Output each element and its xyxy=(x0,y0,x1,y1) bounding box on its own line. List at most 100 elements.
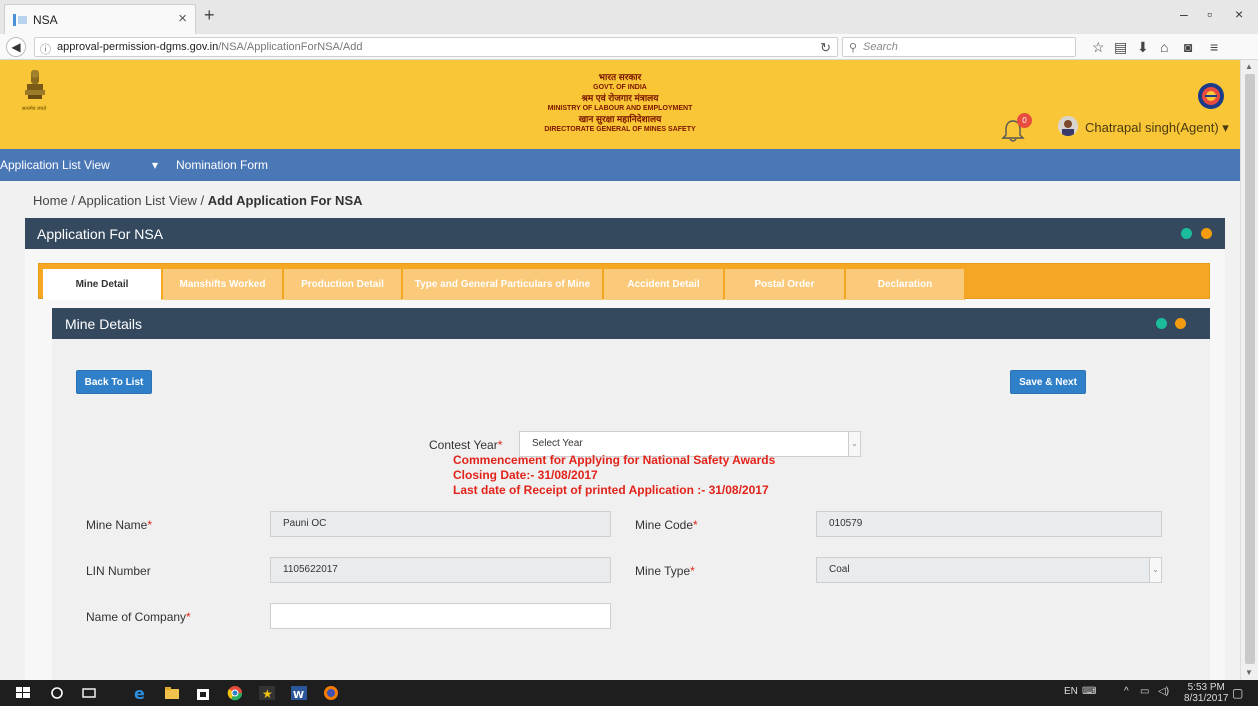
notice-closing-date: Closing Date:- 31/08/2017 xyxy=(453,468,598,482)
bookmark-star-icon[interactable]: ☆ xyxy=(1092,39,1105,56)
pocket-icon[interactable]: ◙ xyxy=(1184,39,1192,55)
word-icon[interactable]: W xyxy=(290,684,308,702)
user-avatar[interactable] xyxy=(1058,116,1078,136)
company-name-label: Name of Company* xyxy=(86,610,191,624)
browser-tab-title: NSA xyxy=(33,13,58,27)
breadcrumb-home[interactable]: Home xyxy=(33,193,68,208)
action-center-icon[interactable]: ▢ xyxy=(1232,686,1243,700)
org-line-directorate: DIRECTORATE GENERAL OF MINES SAFETY xyxy=(544,126,696,133)
tab-declaration[interactable]: Declaration xyxy=(846,269,965,300)
browser-tab[interactable]: NSA × xyxy=(4,4,196,34)
mine-name-field[interactable]: Pauni OC xyxy=(270,511,611,537)
minimize-icon[interactable]: – xyxy=(1180,6,1188,22)
breadcrumb-application-list[interactable]: Application List View xyxy=(78,193,197,208)
breadcrumb: Home / Application List View / Add Appli… xyxy=(33,193,363,208)
tab-type-general-particulars[interactable]: Type and General Particulars of Mine xyxy=(403,269,603,300)
reading-list-icon[interactable]: ▤ xyxy=(1114,39,1127,56)
user-menu-dropdown[interactable]: Chatrapal singh(Agent) ▾ xyxy=(1085,120,1229,136)
mine-code-field[interactable]: 010579 xyxy=(816,511,1162,537)
site-header: सत्यमेव जयते भारत सरकार GOVT. OF INDIA श… xyxy=(0,60,1240,149)
address-url: approval-permission-dgms.gov.in/NSA/Appl… xyxy=(57,41,363,53)
application-panel: Application For NSA Mine Detail Manshift… xyxy=(25,218,1225,680)
svg-text:e: e xyxy=(134,684,145,702)
menu-application-list-view[interactable]: Application List View xyxy=(0,158,110,172)
chevron-down-icon: ⌄ xyxy=(848,432,860,456)
svg-text:★: ★ xyxy=(262,687,273,701)
windows-taskbar: e ★ W EN ⌨ ^ ▭ ◁) 5:53 PM 8/31/2017 ▢ xyxy=(0,680,1258,706)
firefox-icon[interactable] xyxy=(322,684,340,702)
browser-tab-bar: NSA × + – ▫ × xyxy=(0,0,1258,34)
lin-number-label: LIN Number xyxy=(86,564,151,578)
back-arrow-icon[interactable]: ◀ xyxy=(6,37,26,57)
file-explorer-icon[interactable] xyxy=(163,684,181,702)
menu-nomination-form[interactable]: Nomination Form xyxy=(176,158,268,172)
cortana-search-icon[interactable] xyxy=(48,684,66,702)
contest-year-selected-value: Select Year xyxy=(532,438,583,449)
downloads-icon[interactable]: ⬇ xyxy=(1137,39,1149,56)
mine-code-label: Mine Code* xyxy=(635,518,698,532)
search-icon: ⚲ xyxy=(849,42,858,54)
tray-expand-icon[interactable]: ^ xyxy=(1124,686,1129,697)
edge-browser-icon[interactable]: e xyxy=(132,684,150,702)
clock-date: 8/31/2017 xyxy=(1184,693,1229,704)
back-to-list-button[interactable]: Back To List xyxy=(76,370,152,394)
volume-icon[interactable]: ◁) xyxy=(1158,686,1169,697)
language-indicator[interactable]: EN xyxy=(1064,686,1078,697)
task-view-icon[interactable] xyxy=(80,684,98,702)
organization-title: भारत सरकार GOVT. OF INDIA श्रम एवं रोजगा… xyxy=(470,72,770,135)
hamburger-menu-icon[interactable]: ≡ xyxy=(1210,39,1218,55)
collapse-panel-icon[interactable] xyxy=(1201,228,1212,239)
reload-icon[interactable]: ↻ xyxy=(820,40,831,56)
lin-number-field[interactable]: 1105622017 xyxy=(270,557,611,583)
scroll-up-icon[interactable]: ▲ xyxy=(1245,62,1253,71)
scrollbar-thumb[interactable] xyxy=(1245,74,1255,664)
app-star-icon[interactable]: ★ xyxy=(258,684,276,702)
keyboard-icon[interactable]: ⌨ xyxy=(1082,686,1096,697)
state-emblem-icon xyxy=(25,70,45,99)
mine-type-label: Mine Type* xyxy=(635,564,695,578)
user-avatar-icon xyxy=(1058,116,1078,136)
mine-details-title: Mine Details xyxy=(65,316,143,332)
notification-count-badge: 0 xyxy=(1017,113,1032,128)
network-icon[interactable]: ▭ xyxy=(1140,686,1149,697)
org-line-govt: GOVT. OF INDIA xyxy=(593,84,647,91)
emblem-caption: सत्यमेव जयते xyxy=(22,106,47,112)
system-clock[interactable]: 5:53 PM 8/31/2017 xyxy=(1184,682,1229,704)
org-line-hindi-1: भारत सरकार xyxy=(598,72,642,82)
scroll-down-icon[interactable]: ▼ xyxy=(1245,668,1253,677)
tab-production-detail[interactable]: Production Detail xyxy=(284,269,402,300)
form-step-tabs: Mine Detail Manshifts Worked Production … xyxy=(38,263,1210,300)
page-scrollbar[interactable]: ▲ ▼ xyxy=(1240,60,1258,680)
tab-postal-order[interactable]: Postal Order xyxy=(725,269,845,300)
mine-type-select[interactable]: Coal ⌄ xyxy=(816,557,1162,583)
address-bar[interactable]: ⓘ approval-permission-dgms.gov.in/NSA/Ap… xyxy=(34,37,838,57)
maximize-icon[interactable]: ▫ xyxy=(1207,6,1212,22)
notice-last-receipt-date: Last date of Receipt of printed Applicat… xyxy=(453,483,769,497)
awards-notice: Commencement for Applying for National S… xyxy=(453,453,775,498)
refresh-subpanel-icon[interactable] xyxy=(1156,318,1167,329)
company-name-input[interactable] xyxy=(270,603,611,629)
close-tab-icon[interactable]: × xyxy=(178,10,187,27)
chrome-icon[interactable] xyxy=(226,684,244,702)
mine-details-panel: Mine Details Back To List Save & Next Co… xyxy=(52,308,1210,680)
windows-start-icon[interactable] xyxy=(14,684,32,702)
menu-dropdown-caret-icon[interactable]: ▾ xyxy=(152,158,158,172)
tab-mine-detail[interactable]: Mine Detail xyxy=(43,269,162,300)
store-icon[interactable] xyxy=(194,684,212,702)
browser-search-box[interactable]: ⚲ Search xyxy=(842,37,1076,57)
svg-text:W: W xyxy=(293,690,304,701)
page-favicon-icon xyxy=(13,14,27,26)
window-close-icon[interactable]: × xyxy=(1235,6,1243,22)
breadcrumb-current: Add Application For NSA xyxy=(207,193,363,208)
search-placeholder: Search xyxy=(863,41,898,53)
save-next-button[interactable]: Save & Next xyxy=(1010,370,1086,394)
site-info-icon[interactable]: ⓘ xyxy=(40,41,51,57)
main-menu-bar: Application List View ▾ Nomination Form xyxy=(0,149,1240,181)
application-panel-title: Application For NSA xyxy=(37,226,164,242)
home-icon[interactable]: ⌂ xyxy=(1160,39,1168,55)
tab-accident-detail[interactable]: Accident Detail xyxy=(604,269,724,300)
collapse-subpanel-icon[interactable] xyxy=(1175,318,1186,329)
new-tab-icon[interactable]: + xyxy=(204,5,215,26)
refresh-panel-icon[interactable] xyxy=(1181,228,1192,239)
tab-manshifts-worked[interactable]: Manshifts Worked xyxy=(163,269,283,300)
